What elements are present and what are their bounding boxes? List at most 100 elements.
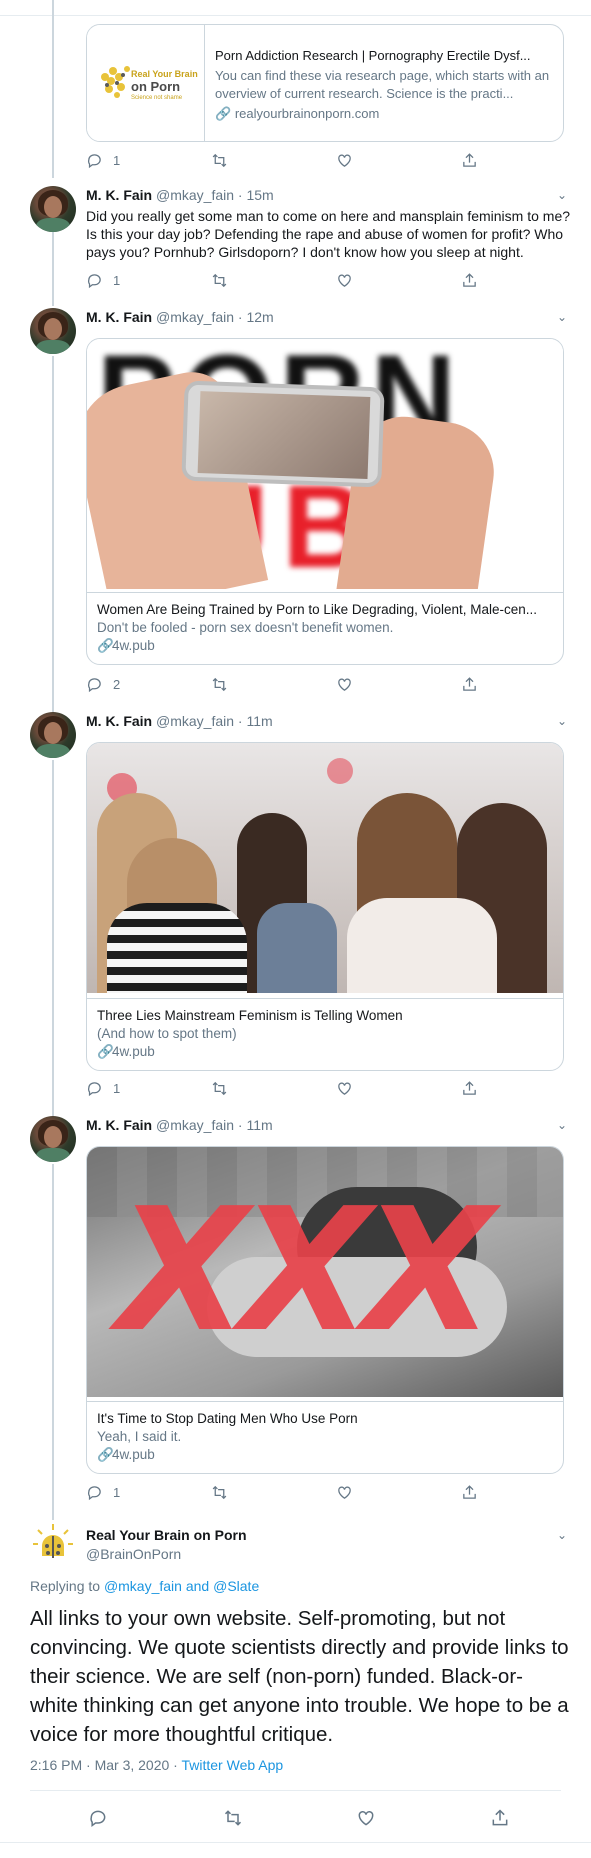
share-button[interactable] <box>461 1078 478 1098</box>
avatar[interactable] <box>30 186 76 232</box>
bottom-divider <box>0 1842 591 1843</box>
like-icon <box>338 678 351 691</box>
tweet-timestamp: 2:16 PM · Mar 3, 2020 · Twitter Web App <box>30 1757 283 1773</box>
card-image: PORN TUBE <box>87 339 563 589</box>
card-domain: 4w.pub <box>112 638 155 653</box>
display-name[interactable]: M. K. Fain <box>86 1117 152 1133</box>
card-title: Porn Addiction Research | Pornography Er… <box>215 48 531 63</box>
reply-count: 1 <box>113 152 121 168</box>
reply-button[interactable]: 1 <box>86 1078 120 1098</box>
retweet-icon <box>212 273 227 287</box>
like-button[interactable] <box>336 674 353 694</box>
display-name[interactable]: M. K. Fain <box>86 713 152 729</box>
brain-logo-icon <box>33 1524 73 1558</box>
link-icon: 🔗 <box>97 638 114 653</box>
card-domain: 4w.pub <box>112 1044 155 1059</box>
chevron-down-icon[interactable]: ⌄ <box>555 1118 569 1132</box>
reply-icon <box>88 1081 101 1096</box>
reply-button[interactable]: 1 <box>86 150 120 170</box>
reply-button[interactable]: 1 <box>86 270 120 290</box>
reply-button[interactable] <box>88 1808 108 1828</box>
retweet-button[interactable] <box>211 270 228 290</box>
retweet-icon <box>212 153 227 167</box>
timestamp-text[interactable]: 2:16 PM · Mar 3, 2020 · <box>30 1757 178 1773</box>
retweet-button[interactable] <box>211 1078 228 1098</box>
chevron-down-icon[interactable]: ⌄ <box>555 188 569 202</box>
tweet-actions: 1 <box>86 1078 506 1098</box>
card-link: 🔗4w.pub <box>97 637 553 655</box>
share-button[interactable] <box>461 674 478 694</box>
like-button[interactable] <box>336 1482 353 1502</box>
like-button[interactable] <box>336 150 353 170</box>
mention-link[interactable]: @mkay_fain <box>104 1578 182 1594</box>
link-card[interactable]: PORN TUBE Women Are Being Trained by Por… <box>86 338 564 665</box>
handle-time[interactable]: @mkay_fain · 12m <box>156 309 274 325</box>
card-description: You can find these via research page, wh… <box>215 68 550 101</box>
card-link: 🔗4w.pub <box>97 1043 553 1061</box>
chevron-down-icon[interactable]: ⌄ <box>555 714 569 728</box>
source-app-link[interactable]: Twitter Web App <box>181 1757 283 1773</box>
handle-time[interactable]: @mkay_fain · 15m <box>156 187 274 203</box>
link-icon: 🔗 <box>97 1447 114 1462</box>
card-title: It's Time to Stop Dating Men Who Use Por… <box>97 1411 358 1426</box>
image-text: XXX <box>117 1172 494 1370</box>
retweet-button[interactable] <box>211 150 228 170</box>
thread-line <box>52 230 54 306</box>
reply-count: 1 <box>113 1080 121 1096</box>
reply-count: 1 <box>113 272 121 288</box>
retweet-icon <box>212 1485 227 1499</box>
thread-line <box>52 1164 54 1520</box>
chevron-down-icon[interactable]: ⌄ <box>555 1528 569 1542</box>
retweet-icon <box>212 1081 227 1095</box>
thread-line <box>52 0 54 178</box>
share-button[interactable] <box>461 270 478 290</box>
chevron-down-icon[interactable]: ⌄ <box>555 310 569 324</box>
like-icon <box>338 1082 351 1095</box>
handle-time[interactable]: @mkay_fain · 11m <box>156 1117 273 1133</box>
like-button[interactable] <box>336 1078 353 1098</box>
link-card[interactable]: XXX It's Time to Stop Dating Men Who Use… <box>86 1146 564 1474</box>
retweet-button[interactable] <box>211 674 228 694</box>
share-icon <box>463 1484 476 1499</box>
like-button[interactable] <box>336 270 353 290</box>
display-name[interactable]: M. K. Fain <box>86 187 152 203</box>
avatar[interactable] <box>30 308 76 354</box>
handle[interactable]: @BrainOnPorn <box>86 1546 181 1562</box>
mention-link[interactable]: @Slate <box>213 1578 259 1594</box>
like-button[interactable] <box>356 1808 376 1828</box>
mention-and: and <box>185 1578 210 1594</box>
reply-button[interactable]: 1 <box>86 1482 120 1502</box>
link-card[interactable]: Three Lies Mainstream Feminism is Tellin… <box>86 742 564 1071</box>
tweet-actions: 1 <box>86 150 506 170</box>
share-icon <box>463 1080 476 1095</box>
tweet-actions <box>0 1808 591 1830</box>
card-description: Don't be fooled - porn sex doesn't benef… <box>97 620 394 635</box>
tweet-header: M. K. Fain @mkay_fain · 11m <box>86 1117 273 1133</box>
display-name[interactable]: Real Your Brain on Porn <box>86 1527 247 1543</box>
avatar[interactable] <box>30 1116 76 1162</box>
avatar[interactable] <box>30 1522 76 1568</box>
share-button[interactable] <box>461 150 478 170</box>
link-icon: 🔗 <box>215 106 232 121</box>
tweet-text: All links to your own website. Self-prom… <box>30 1607 569 1746</box>
tweet-header: M. K. Fain @mkay_fain · 15m <box>86 187 274 203</box>
share-icon <box>463 152 476 167</box>
share-button[interactable] <box>461 1482 478 1502</box>
link-card[interactable]: Real Your Brain on Porn Science not sham… <box>86 24 564 142</box>
thread-line <box>52 356 54 714</box>
like-icon <box>338 154 351 167</box>
handle-time[interactable]: @mkay_fain · 11m <box>156 713 273 729</box>
display-name[interactable]: M. K. Fain <box>86 309 152 325</box>
reply-icon <box>88 273 101 288</box>
retweet-button[interactable] <box>223 1808 243 1828</box>
share-icon <box>463 676 476 691</box>
retweet-button[interactable] <box>211 1482 228 1502</box>
logo-text: on Porn <box>131 79 181 94</box>
avatar[interactable] <box>30 712 76 758</box>
tweet-header: M. K. Fain @mkay_fain · 12m <box>86 309 274 325</box>
like-icon <box>338 274 351 287</box>
reply-icon <box>88 1485 101 1500</box>
retweet-icon <box>212 677 227 691</box>
share-button[interactable] <box>490 1808 510 1828</box>
reply-button[interactable]: 2 <box>86 674 120 694</box>
